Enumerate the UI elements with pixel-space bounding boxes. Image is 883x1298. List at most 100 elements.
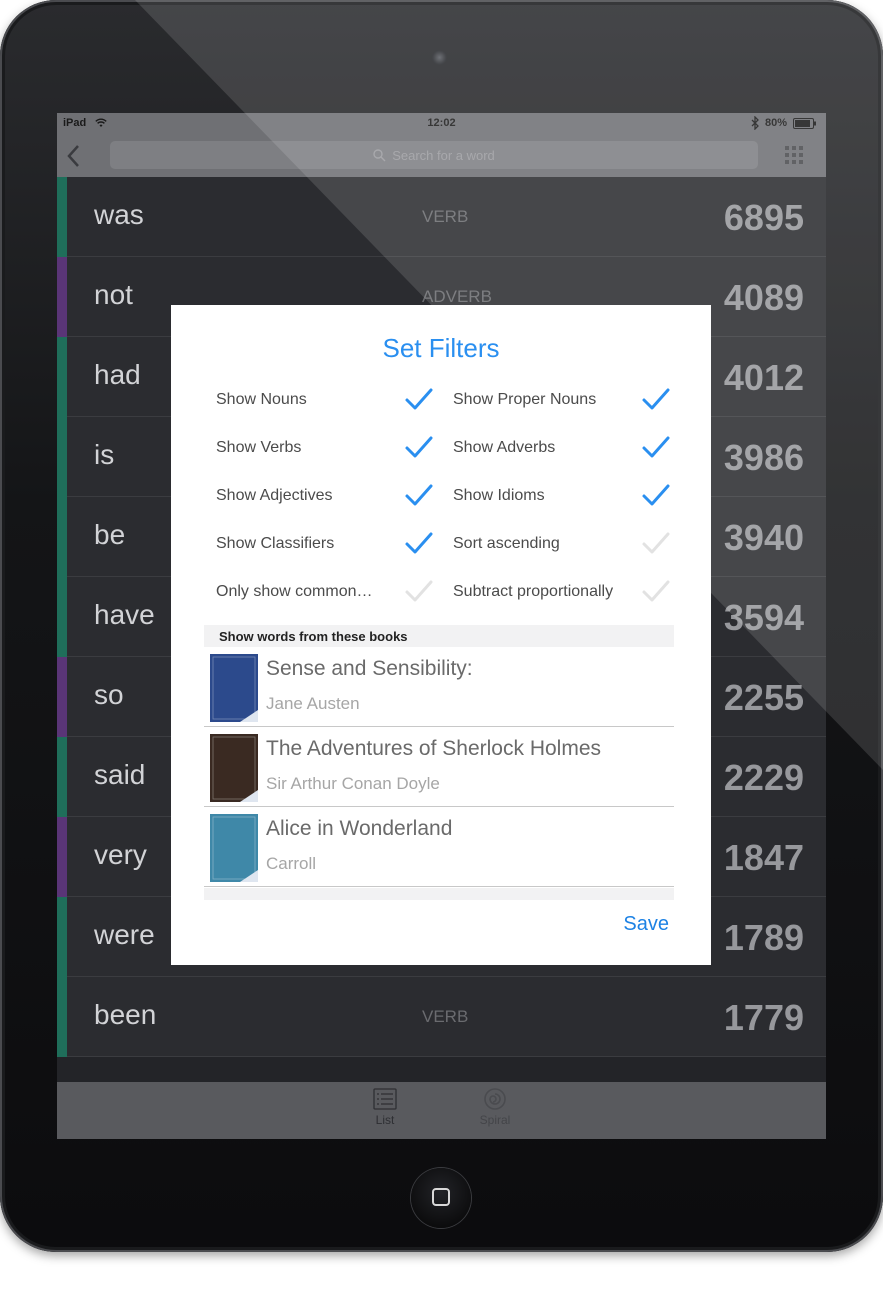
search-placeholder: Search for a word [392,147,495,163]
part-of-speech: ADVERB [422,287,492,306]
word-text: be [94,519,126,550]
book-cover-image [210,654,258,722]
status-bar: iPad 12:02 80% [57,113,826,135]
modal-title: Set Filters [382,333,500,363]
filter-option-label: Show Verbs [216,439,302,456]
word-text: were [94,919,155,950]
part-of-speech-stripe [57,977,67,1057]
nav-bar: Search for a word [57,135,826,177]
tab-spiral[interactable]: Spiral [465,1088,525,1127]
filter-option[interactable]: Subtract proportionally [453,577,673,607]
word-count: 6895 [723,197,804,238]
word-count: 4012 [723,357,804,398]
word-row[interactable]: been VERB 1779 [57,977,826,1057]
filter-option[interactable]: Show Adverbs [453,433,673,463]
spiral-icon [484,1088,506,1110]
status-time: 12:02 [427,117,456,129]
tab-list[interactable]: List [355,1088,415,1127]
part-of-speech-stripe [57,657,67,737]
filter-option[interactable]: Show Verbs [216,433,436,463]
home-square-icon [432,1188,450,1206]
checkmark-icon [642,436,670,458]
checkmark-icon [405,532,433,554]
part-of-speech-stripe [57,337,67,417]
part-of-speech-stripe [57,177,67,257]
word-count: 3940 [723,517,804,558]
tab-list-label: List [375,1113,395,1127]
part-of-speech-stripe [57,257,67,337]
book-row[interactable]: Sense and Sensibility: Jane Austen [204,647,674,727]
filter-option-label: Only show common… [216,583,373,600]
back-chevron-icon[interactable] [66,144,80,168]
filter-option-label: Show Proper Nouns [453,391,597,408]
battery-percent: 80% [765,117,788,129]
word-text: very [94,839,147,870]
word-text: was [94,199,144,230]
filter-option-label: Sort ascending [453,535,560,552]
battery-icon [793,118,816,129]
part-of-speech-stripe [57,817,67,897]
word-count: 1847 [723,837,804,878]
search-input[interactable]: Search for a word [110,141,758,169]
checkmark-icon [405,484,433,506]
book-title: Alice in Wonderland [266,817,453,840]
word-count: 1779 [723,997,804,1038]
save-button[interactable]: Save [623,913,669,936]
book-list-footer [204,888,674,900]
filter-option[interactable]: Show Classifiers [216,529,436,559]
book-title: Sense and Sensibility: [266,657,473,680]
book-row[interactable]: The Adventures of Sherlock Holmes Sir Art… [204,727,674,807]
book-row[interactable]: Alice in Wonderland Carroll [204,807,674,887]
checkmark-icon [642,484,670,506]
word-count: 3986 [723,437,804,478]
word-text: is [94,439,115,470]
part-of-speech: VERB [422,207,469,226]
filter-option-label: Show Adverbs [453,439,556,456]
filter-option[interactable]: Show Proper Nouns [453,385,673,415]
checkmark-icon [642,388,670,410]
list-icon [373,1088,397,1110]
search-icon [373,148,386,161]
word-count: 4089 [723,277,804,318]
word-count: 1789 [723,917,804,958]
word-text: have [94,599,155,630]
word-row[interactable]: was VERB 6895 [57,177,826,257]
part-of-speech-stripe [57,897,67,977]
word-text: not [94,279,133,310]
filter-option[interactable]: Show Nouns [216,385,436,415]
part-of-speech: VERB [422,1007,469,1026]
checkmark-icon [642,532,670,554]
checkmark-icon [405,436,433,458]
filter-option-label: Show Idioms [453,487,545,504]
home-button[interactable] [411,1168,471,1228]
filter-option[interactable]: Only show common… [216,577,436,607]
bluetooth-icon [751,116,759,130]
filter-option-label: Show Classifiers [216,535,335,552]
filter-option-label: Show Nouns [216,391,307,408]
word-count: 2255 [723,677,804,718]
filter-option-label: Show Adjectives [216,487,333,504]
filter-option[interactable]: Show Adjectives [216,481,436,511]
filter-option[interactable]: Sort ascending [453,529,673,559]
grid-icon[interactable] [785,146,803,164]
filter-modal: Set Filters Show Nouns Show Proper Nouns S… [171,305,711,965]
filter-option[interactable]: Show Idioms [453,481,673,511]
word-count: 3594 [723,597,804,638]
book-author: Carroll [266,854,317,873]
tab-bar: List Spiral [57,1082,826,1139]
part-of-speech-stripe [57,737,67,817]
part-of-speech-stripe [57,497,67,577]
book-title: The Adventures of Sherlock Holmes [266,737,601,760]
camera-lens [432,50,447,65]
book-cover-image [210,814,258,882]
word-count: 2229 [723,757,804,798]
checkmark-icon [405,580,433,602]
tab-spiral-label: Spiral [479,1113,511,1127]
part-of-speech-stripe [57,417,67,497]
checkmark-icon [405,388,433,410]
book-author: Jane Austen [266,694,360,713]
word-text: said [94,759,146,790]
books-section-header: Show words from these books [204,625,674,647]
part-of-speech-stripe [57,577,67,657]
book-cover-image [210,734,258,802]
